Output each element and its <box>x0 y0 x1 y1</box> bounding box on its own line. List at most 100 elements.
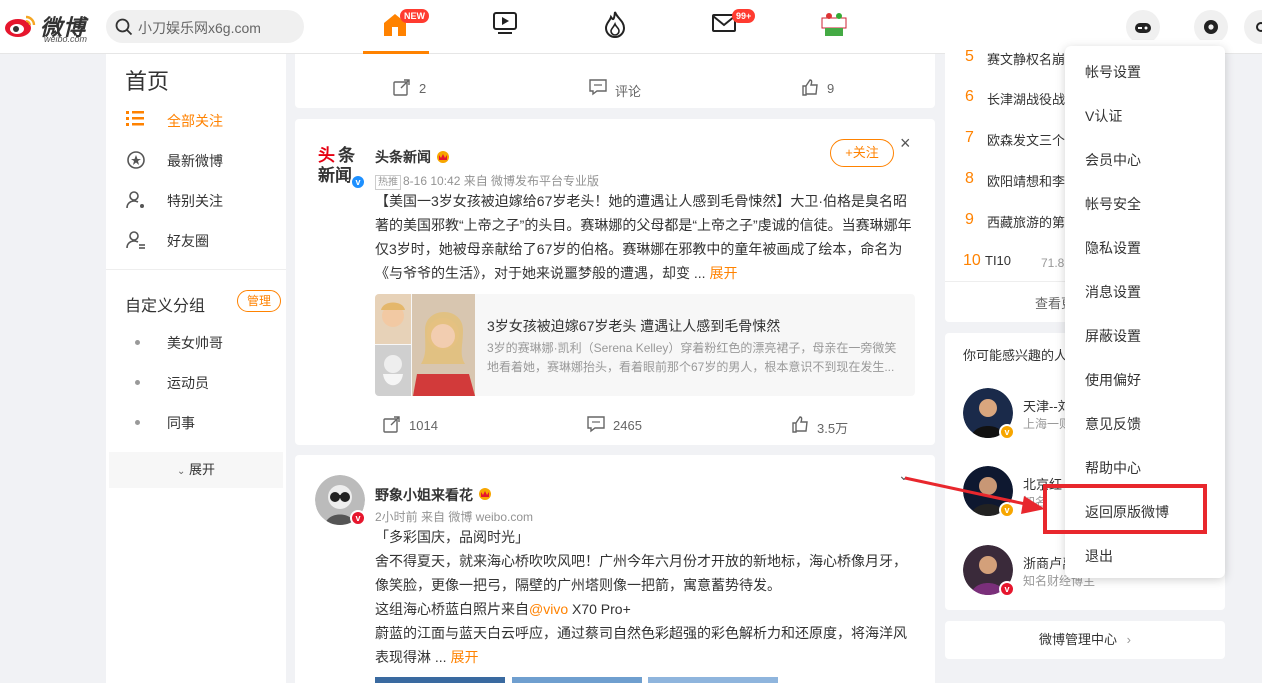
post-line: 舍不得夏天，就来海心桥吹吹风吧！广州今年六月份才开放的新地标，海心桥像月牙，像笑… <box>375 553 907 593</box>
brand-site: weibo.com <box>44 34 88 44</box>
expand-groups-button[interactable]: ⌄ 展开 <box>109 452 283 488</box>
home-new-badge: NEW <box>400 9 429 23</box>
post-line-text: X70 Pro+ <box>568 601 631 617</box>
chevron-down-icon: ⌄ <box>176 466 186 477</box>
comment-icon <box>589 79 607 96</box>
sidebar-item-label: 全部关注 <box>167 113 223 129</box>
repost-count: 2 <box>419 81 427 96</box>
link-card-desc: 3岁的赛琳娜·凯利（Serena Kelley）穿着粉红色的漂亮裙子，母亲在一旁… <box>487 341 897 374</box>
comment-icon <box>587 416 605 433</box>
custom-group-title: 自定义分组 <box>125 298 206 315</box>
theme-button[interactable] <box>1244 10 1262 44</box>
post-author[interactable]: 野象小姐来看花 <box>375 485 473 505</box>
post-line: 蔚蓝的江面与蓝天白云呼应，通过蔡司自然色彩超强的彩色解析力和还原度，将海洋风表现… <box>375 621 915 669</box>
link-card-thumbnail <box>375 294 475 396</box>
repost-count: 1014 <box>409 418 438 433</box>
post-line: 「多彩国庆，品阅时光」 <box>375 529 529 545</box>
menu-item-preferences[interactable]: 使用偏好 <box>1085 370 1215 392</box>
chevron-down-icon[interactable]: ⌄ <box>898 467 910 484</box>
svg-text:新闻: 新闻 <box>318 165 352 186</box>
sidebar-item-label: 特别关注 <box>167 193 223 209</box>
share-icon <box>383 416 400 433</box>
menu-item-logout[interactable]: 退出 <box>1085 546 1215 568</box>
post-image[interactable] <box>512 677 642 683</box>
vip-crown-icon <box>479 488 491 500</box>
verified-blue-icon: v <box>350 174 366 190</box>
like-count: 9 <box>827 81 835 96</box>
post-line: 这组海心桥蓝白照片来自@vivo X70 Pro+ <box>375 597 915 621</box>
nav-video[interactable] <box>492 10 522 40</box>
verified-red-icon: v <box>999 581 1015 597</box>
menu-item-account-settings[interactable]: 帐号设置 <box>1085 62 1215 84</box>
menu-item-account-security[interactable]: 帐号安全 <box>1085 194 1215 216</box>
hot-rank: 7 <box>965 129 974 146</box>
post-actions: 2 评论 9 <box>295 74 935 104</box>
menu-item-notifications[interactable]: 消息设置 <box>1085 282 1215 304</box>
hot-rank: 9 <box>965 211 974 228</box>
link-card[interactable]: 3岁女孩被迫嫁67岁老头 遭遇让人感到毛骨悚然 3岁的赛琳娜·凯利（Serena… <box>375 294 915 396</box>
search-placeholder: 小刀娱乐网x6g.com <box>138 20 261 36</box>
share-icon <box>393 79 410 96</box>
post-author[interactable]: 头条新闻 <box>375 147 431 167</box>
sidebar-item-special[interactable]: 特别关注 <box>126 188 276 212</box>
sidebar-item-friends[interactable]: 好友圈 <box>126 228 276 252</box>
weibo-logo[interactable]: 微博 weibo.com <box>4 8 94 44</box>
bullet-icon <box>135 420 140 425</box>
list-icon <box>126 111 144 126</box>
comment-count: 评论 <box>615 84 642 99</box>
mention-link[interactable]: @vivo <box>529 601 568 617</box>
hot-tag: 热推 <box>375 175 401 190</box>
menu-item-v-verify[interactable]: V认证 <box>1085 106 1215 128</box>
verified-gold-icon: v <box>999 424 1015 440</box>
post-image[interactable] <box>375 677 505 683</box>
group-item-label: 美女帅哥 <box>167 335 223 351</box>
follow-button[interactable]: +关注 <box>830 139 894 167</box>
sun-icon <box>1256 22 1262 32</box>
menu-item-feedback[interactable]: 意见反馈 <box>1085 414 1215 436</box>
suggested-user-name: 天津--刘 <box>1023 399 1071 414</box>
gear-icon <box>1204 20 1218 34</box>
gamepad-icon <box>1135 23 1151 33</box>
expand-label: 展开 <box>189 462 216 477</box>
manage-center-label: 微博管理中心 <box>1039 632 1118 647</box>
menu-item-help[interactable]: 帮助中心 <box>1085 458 1215 480</box>
post-line-text: 这组海心桥蓝白照片来自 <box>375 601 529 617</box>
post-meta: 热推 8-16 10:42 来自 微博发布平台专业版 <box>375 172 599 190</box>
menu-item-privacy[interactable]: 隐私设置 <box>1085 238 1215 260</box>
svg-text:条: 条 <box>337 145 356 166</box>
post-meta: 2小时前 来自 微博 weibo.com <box>375 510 534 524</box>
suggested-user-desc: 上海一则 <box>1023 417 1072 431</box>
manage-groups-button[interactable]: 管理 <box>237 290 281 312</box>
group-item-colleagues[interactable]: 同事 <box>133 412 273 432</box>
page-title: 首页 <box>125 69 170 94</box>
manage-center-link[interactable]: 微博管理中心 › <box>945 621 1225 659</box>
expand-link[interactable]: 展开 <box>709 265 737 281</box>
group-item-label: 同事 <box>167 415 195 431</box>
group-item-beauty[interactable]: 美女帅哥 <box>133 332 273 352</box>
sidebar-item-all-follow[interactable]: 全部关注 <box>126 108 276 132</box>
nav-hot[interactable] <box>602 10 632 40</box>
divider <box>106 269 286 270</box>
game-button[interactable] <box>1126 10 1160 44</box>
close-icon[interactable]: × <box>900 133 911 154</box>
left-sidebar: 首页 全部关注 最新微博 特别关注 好友圈 自定义分组 管理 美女帅哥 运动员 … <box>106 54 286 683</box>
search-icon <box>115 18 133 36</box>
friends-icon <box>126 231 145 249</box>
comment-count: 2465 <box>613 418 642 433</box>
expand-link[interactable]: 展开 <box>450 649 478 665</box>
mail-count-badge: 99+ <box>732 9 756 23</box>
chevron-right-icon: › <box>1126 632 1131 647</box>
menu-item-blocking[interactable]: 屏蔽设置 <box>1085 326 1215 348</box>
sidebar-item-latest[interactable]: 最新微博 <box>126 148 276 172</box>
menu-item-membership[interactable]: 会员中心 <box>1085 150 1215 172</box>
sidebar-item-label: 好友圈 <box>167 233 209 249</box>
like-count: 3.5万 <box>817 421 849 436</box>
search-input[interactable]: 小刀娱乐网x6g.com <box>106 10 304 43</box>
settings-button[interactable] <box>1194 10 1228 44</box>
hot-rank: 5 <box>965 48 974 65</box>
nav-event-banner[interactable] <box>820 12 850 42</box>
post-image[interactable] <box>648 677 778 683</box>
link-card-title: 3岁女孩被迫嫁67岁老头 遭遇让人感到毛骨悚然 <box>487 318 781 334</box>
group-item-athletes[interactable]: 运动员 <box>133 372 273 392</box>
verified-red-icon: v <box>350 510 366 526</box>
